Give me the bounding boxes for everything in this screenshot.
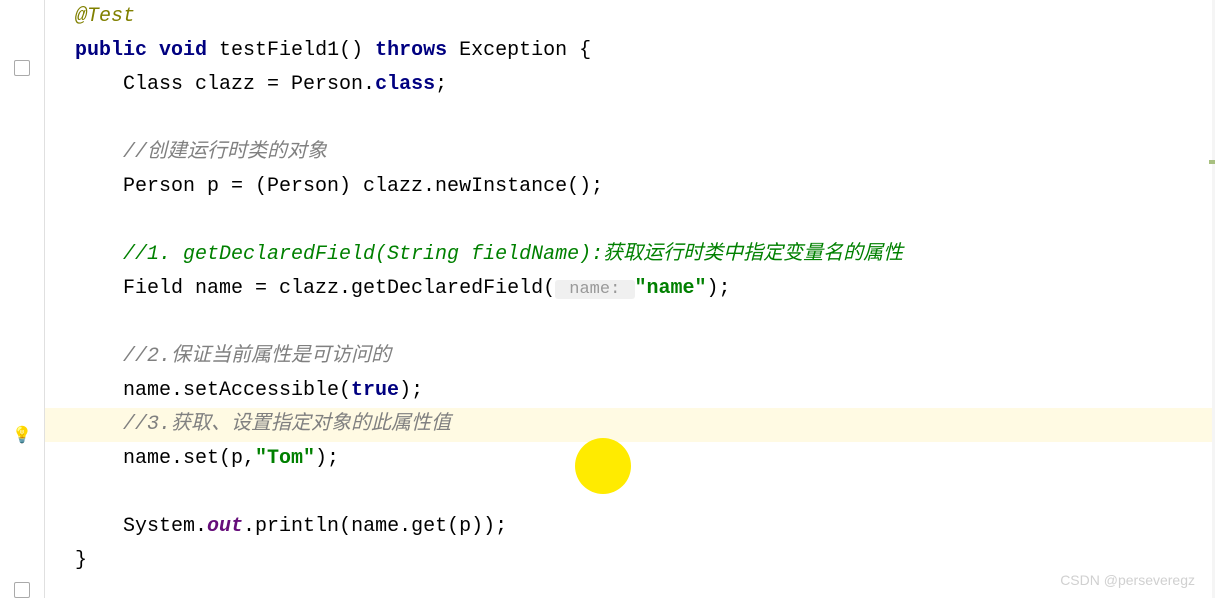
code-editor: 💡 @Test public void testField1() throws …	[0, 0, 1215, 598]
code-text: Field name = clazz.getDeclaredField(	[75, 277, 555, 300]
method-fold-icon-bottom[interactable]	[14, 582, 30, 598]
keyword-public: public	[75, 39, 147, 62]
exception-text: Exception {	[447, 39, 591, 62]
code-text: );	[399, 379, 423, 402]
code-text: System.	[75, 515, 207, 538]
code-line: //1. getDeclaredField(String fieldName):…	[45, 238, 1215, 272]
code-text: Person p = (Person) clazz.newInstance();	[75, 175, 603, 198]
code-text: name.setAccessible(	[75, 379, 351, 402]
string-literal: "name"	[635, 277, 707, 300]
keyword-true: true	[351, 379, 399, 402]
code-line: name.setAccessible(true);	[45, 374, 1215, 408]
keyword-void: void	[159, 39, 207, 62]
annotation: @Test	[75, 5, 135, 28]
watermark-text: CSDN @perseveregz	[1060, 572, 1195, 588]
code-text: .println(name.get(p));	[243, 515, 507, 538]
keyword-throws: throws	[375, 39, 447, 62]
code-line: //2.保证当前属性是可访问的	[45, 340, 1215, 374]
method-fold-icon-top[interactable]	[14, 60, 30, 76]
cursor-highlight-circle	[575, 438, 631, 494]
code-line-empty	[45, 476, 1215, 510]
editor-marker[interactable]	[1209, 160, 1215, 164]
code-text: );	[707, 277, 731, 300]
parameter-hint: name:	[555, 280, 634, 299]
code-text: name.set(p,	[75, 447, 255, 470]
code-line: Field name = clazz.getDeclaredField( nam…	[45, 272, 1215, 306]
code-line: Class clazz = Person.class;	[45, 68, 1215, 102]
code-line: @Test	[45, 0, 1215, 34]
method-name: testField1()	[207, 39, 375, 62]
comment: //创建运行时类的对象	[75, 141, 327, 164]
keyword-class: class	[375, 73, 435, 96]
code-area[interactable]: @Test public void testField1() throws Ex…	[45, 0, 1215, 598]
code-line-empty	[45, 204, 1215, 238]
code-line: public void testField1() throws Exceptio…	[45, 34, 1215, 68]
code-text: );	[315, 447, 339, 470]
code-line-empty	[45, 306, 1215, 340]
code-text: ;	[435, 73, 447, 96]
string-literal: "Tom"	[255, 447, 315, 470]
code-line: System.out.println(name.get(p));	[45, 510, 1215, 544]
comment: //3.获取、设置指定对象的此属性值	[75, 413, 451, 436]
intention-bulb-icon[interactable]: 💡	[12, 425, 32, 445]
editor-gutter: 💡	[0, 0, 45, 598]
code-line: Person p = (Person) clazz.newInstance();	[45, 170, 1215, 204]
code-line: //创建运行时类的对象	[45, 136, 1215, 170]
code-line-empty	[45, 102, 1215, 136]
static-field-out: out	[207, 515, 243, 538]
code-line-highlighted: //3.获取、设置指定对象的此属性值	[45, 408, 1215, 442]
comment: //1. getDeclaredField(String fieldName):…	[75, 243, 903, 266]
code-line: }	[45, 544, 1215, 578]
comment: //2.保证当前属性是可访问的	[75, 345, 391, 368]
code-text: }	[75, 549, 87, 572]
code-text: Class clazz = Person.	[75, 73, 375, 96]
